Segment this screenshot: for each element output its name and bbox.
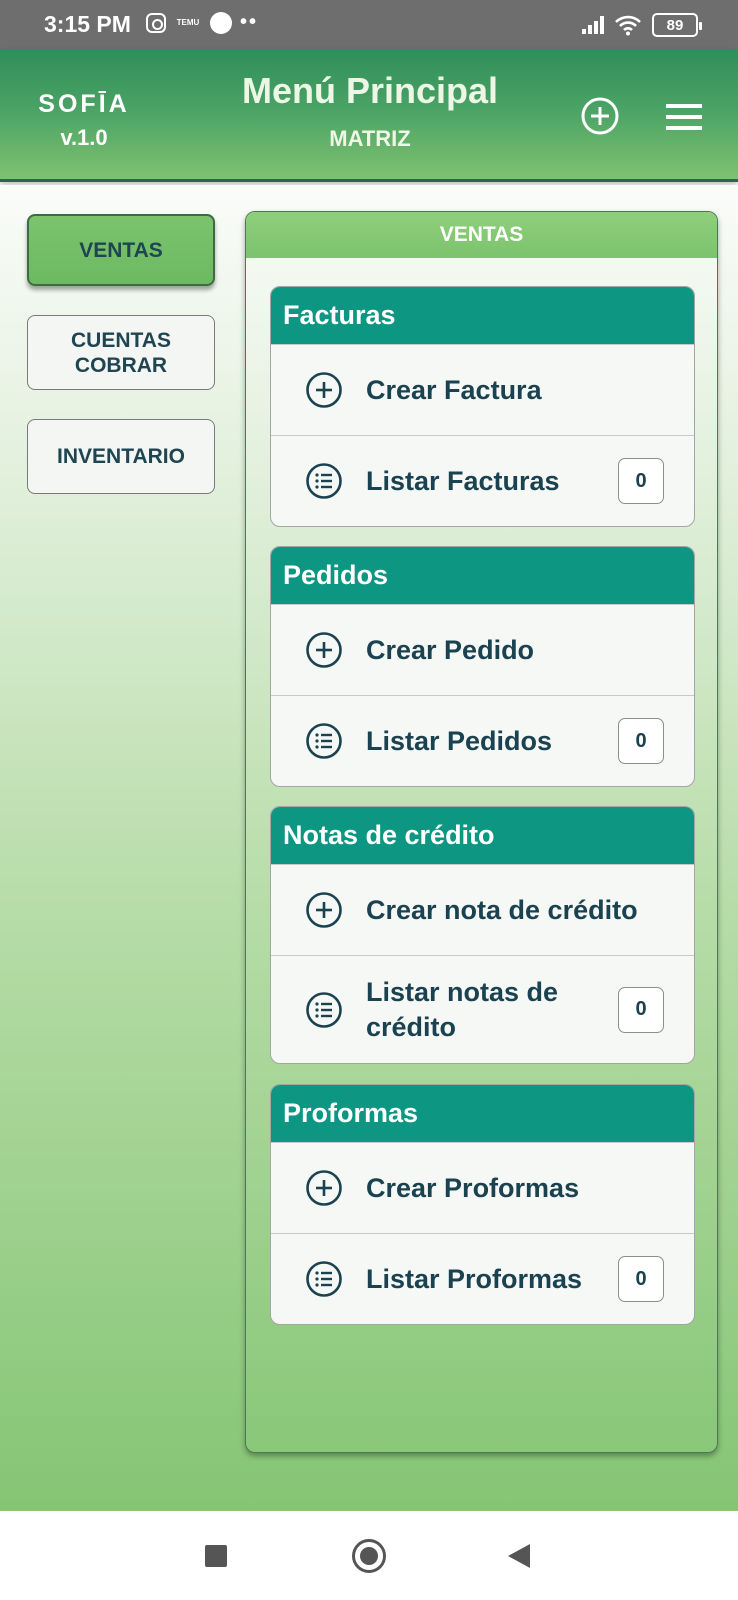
sidebar-item-label: VENTAS (79, 238, 163, 262)
signal-icon (582, 16, 604, 34)
more-notifications-icon: •• (240, 11, 259, 33)
add-circle-icon (306, 892, 342, 928)
section-title: Facturas (271, 287, 694, 344)
logo-name: SOFĪA (38, 90, 130, 118)
count-badge: 0 (618, 458, 664, 504)
sidebar-item-label: INVENTARIO (57, 445, 185, 468)
section-card-facturas: Facturas Crear Factura Listar Facturas 0 (270, 286, 695, 527)
recents-square-icon[interactable] (205, 1545, 227, 1567)
list-circle-icon (306, 991, 342, 1028)
app-logo: SOFĪA v.1.0 (28, 90, 140, 151)
sidebar-item-ventas[interactable]: VENTAS (27, 214, 215, 286)
system-icons: 89 (582, 13, 702, 37)
list-notas-credito-button[interactable]: Listar notas de crédito 0 (271, 955, 694, 1063)
section-card-notas-credito: Notas de crédito Crear nota de crédito L… (270, 806, 695, 1064)
list-facturas-button[interactable]: Listar Facturas 0 (271, 435, 694, 526)
add-circle-icon (306, 372, 342, 408)
status-time: 3:15 PM (44, 11, 131, 37)
add-circle-icon[interactable] (580, 96, 620, 136)
notification-icons: TEMU •• (146, 11, 258, 34)
count-badge: 0 (618, 718, 664, 764)
wifi-icon (615, 15, 641, 36)
sidebar-item-label: CUENTAS COBRAR (71, 328, 171, 377)
create-factura-button[interactable]: Crear Factura (271, 344, 694, 435)
row-label: Crear Pedido (366, 634, 535, 665)
app-ball-icon (210, 11, 232, 34)
back-triangle-icon[interactable] (508, 1544, 530, 1568)
section-title: Proformas (271, 1085, 694, 1142)
sidebar-item-inventario[interactable]: INVENTARIO (27, 419, 215, 494)
add-circle-icon (306, 1170, 342, 1206)
sidebar-item-cuentas-cobrar[interactable]: CUENTAS COBRAR (27, 315, 215, 390)
list-proformas-button[interactable]: Listar Proformas 0 (271, 1233, 694, 1324)
list-pedidos-button[interactable]: Listar Pedidos 0 (271, 695, 694, 786)
page-title: Menú Principal (241, 70, 499, 111)
row-label: Crear Factura (366, 374, 542, 405)
list-circle-icon (306, 463, 342, 499)
section-title: Notas de crédito (271, 807, 694, 864)
add-circle-icon (306, 632, 342, 668)
list-circle-icon (306, 1261, 342, 1297)
section-card-proformas: Proformas Crear Proformas Listar Proform… (270, 1084, 695, 1325)
panel-title: VENTAS (246, 212, 717, 258)
section-card-pedidos: Pedidos Crear Pedido Listar Pedidos 0 (270, 546, 695, 787)
temu-icon: TEMU (176, 18, 200, 27)
section-title: Pedidos (271, 547, 694, 604)
create-pedido-button[interactable]: Crear Pedido (271, 604, 694, 695)
battery-icon: 89 (652, 13, 702, 37)
status-bar: 3:15 PM TEMU •• 89 (0, 0, 738, 50)
list-circle-icon (306, 723, 342, 759)
row-label: Crear nota de crédito (366, 894, 638, 925)
hamburger-menu-icon[interactable] (666, 104, 702, 130)
row-label: Listar notas de crédito (366, 976, 559, 1042)
ventas-panel: VENTAS Facturas Crear Factura Listar Fac… (245, 211, 718, 1453)
page-subtitle: MATRIZ (329, 126, 411, 151)
app-version: v.1.0 (60, 125, 108, 150)
app-header: SOFĪA v.1.0 Menú Principal MATRIZ (0, 50, 738, 182)
row-label: Listar Facturas (366, 465, 560, 496)
count-badge: 0 (618, 986, 664, 1033)
create-nota-credito-button[interactable]: Crear nota de crédito (271, 864, 694, 955)
instagram-icon (146, 12, 166, 33)
row-label: Listar Proformas (366, 1263, 583, 1294)
row-label: Listar Pedidos (366, 725, 553, 756)
main-content: VENTAS CUENTAS COBRAR INVENTARIO VENTAS … (0, 185, 738, 1511)
create-proformas-button[interactable]: Crear Proformas (271, 1142, 694, 1233)
system-nav-bar (0, 1511, 738, 1600)
count-badge: 0 (618, 1256, 664, 1302)
row-label: Crear Proformas (366, 1172, 580, 1203)
home-circle-icon[interactable] (352, 1539, 386, 1573)
